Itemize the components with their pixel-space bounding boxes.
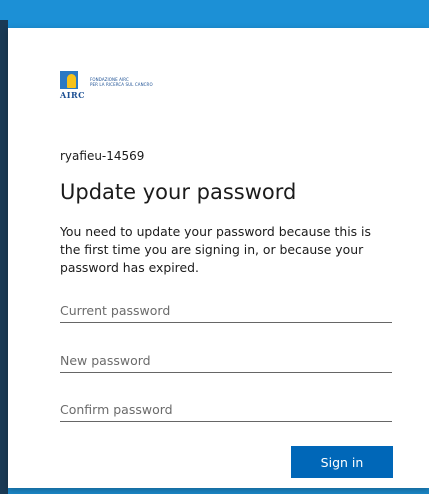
sign-in-button[interactable]: Sign in (291, 446, 393, 478)
organization-logo: AIRC FONDAZIONE AIRC PER LA RICERCA SUL … (60, 71, 153, 101)
confirm-password-input[interactable] (60, 397, 392, 422)
new-password-input[interactable] (60, 348, 392, 373)
username-label: ryafieu-14569 (60, 149, 145, 163)
left-edge-band (0, 20, 8, 494)
page-title: Update your password (60, 180, 297, 204)
airc-logo-icon: AIRC (60, 71, 84, 101)
description-text: You need to update your password because… (60, 224, 371, 275)
current-password-input[interactable] (60, 298, 392, 323)
logo-wordmark: AIRC (60, 90, 85, 100)
logo-text: FONDAZIONE AIRC PER LA RICERCA SUL CANCR… (90, 77, 153, 87)
logo-line-2: PER LA RICERCA SUL CANCRO (90, 82, 153, 87)
password-update-card: AIRC FONDAZIONE AIRC PER LA RICERCA SUL … (8, 28, 429, 488)
